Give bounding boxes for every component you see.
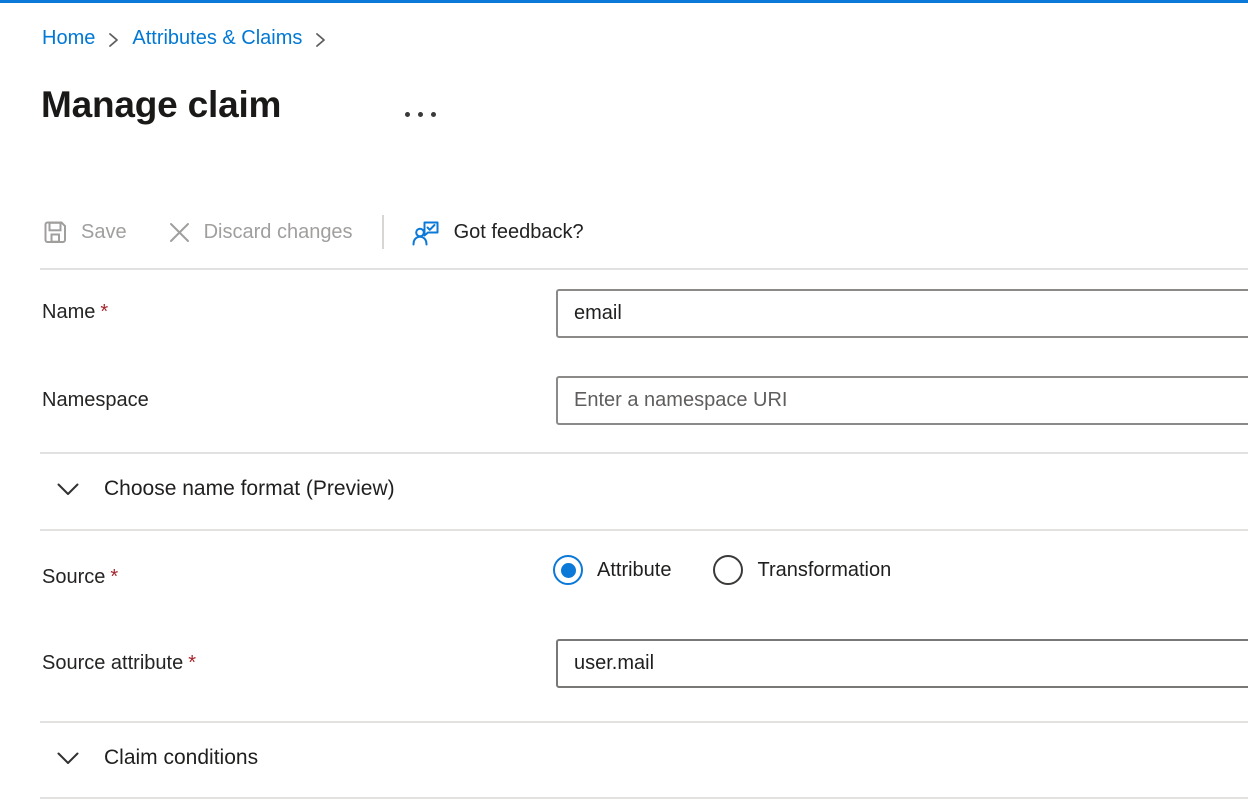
source-attribute-input[interactable] <box>556 639 1248 688</box>
source-attribute-field-label: Source attribute* <box>42 652 196 675</box>
namespace-input[interactable] <box>556 376 1248 425</box>
radio-option-attribute[interactable]: Attribute <box>553 555 671 585</box>
got-feedback-label: Got feedback? <box>454 221 584 244</box>
section-choose-name-format[interactable]: Choose name format (Preview) <box>40 466 1248 512</box>
namespace-field-label: Namespace <box>42 389 149 412</box>
save-button[interactable]: Save <box>42 219 127 246</box>
divider <box>40 721 1248 723</box>
x-cross-icon <box>167 220 192 245</box>
divider <box>40 529 1248 531</box>
more-options-button[interactable] <box>401 108 440 121</box>
radio-button-icon <box>713 555 743 585</box>
name-label-text: Name <box>42 301 95 323</box>
section-title: Choose name format (Preview) <box>104 477 395 501</box>
radio-label: Attribute <box>597 559 671 582</box>
divider <box>40 797 1248 799</box>
divider <box>40 268 1248 270</box>
required-asterisk: * <box>110 566 118 588</box>
top-accent-bar <box>0 0 1248 3</box>
namespace-label-text: Namespace <box>42 389 149 411</box>
save-button-label: Save <box>81 221 127 244</box>
manage-claim-page: Home Attributes & Claims Manage claim Sa… <box>0 0 1248 805</box>
divider <box>40 452 1248 454</box>
radio-label: Transformation <box>757 559 891 582</box>
toolbar-divider <box>382 215 384 249</box>
feedback-icon <box>411 217 442 248</box>
name-input[interactable] <box>556 289 1248 338</box>
ellipsis-icon <box>431 112 436 117</box>
required-asterisk: * <box>188 652 196 674</box>
section-claim-conditions[interactable]: Claim conditions <box>40 735 1248 781</box>
ellipsis-icon <box>405 112 410 117</box>
discard-changes-button[interactable]: Discard changes <box>167 220 353 245</box>
ellipsis-icon <box>418 112 423 117</box>
source-field-label: Source* <box>42 566 118 589</box>
chevron-down-icon <box>56 482 80 497</box>
radio-option-transformation[interactable]: Transformation <box>713 555 891 585</box>
section-title: Claim conditions <box>104 746 258 770</box>
name-field-label: Name* <box>42 301 108 324</box>
chevron-right-icon <box>107 31 120 49</box>
command-toolbar: Save Discard changes Got feedback? <box>42 209 584 255</box>
got-feedback-button[interactable]: Got feedback? <box>411 217 584 248</box>
discard-changes-label: Discard changes <box>204 221 353 244</box>
breadcrumb: Home Attributes & Claims <box>42 27 327 50</box>
source-attribute-label-text: Source attribute <box>42 652 183 674</box>
source-label-text: Source <box>42 566 105 588</box>
page-title: Manage claim <box>41 84 281 126</box>
chevron-right-icon <box>314 31 327 49</box>
source-radio-group: Attribute Transformation <box>553 555 891 585</box>
chevron-down-icon <box>56 751 80 766</box>
breadcrumb-attributes-claims-link[interactable]: Attributes & Claims <box>132 27 302 50</box>
breadcrumb-home-link[interactable]: Home <box>42 27 95 50</box>
required-asterisk: * <box>100 301 108 323</box>
radio-button-icon <box>553 555 583 585</box>
save-icon <box>42 219 69 246</box>
